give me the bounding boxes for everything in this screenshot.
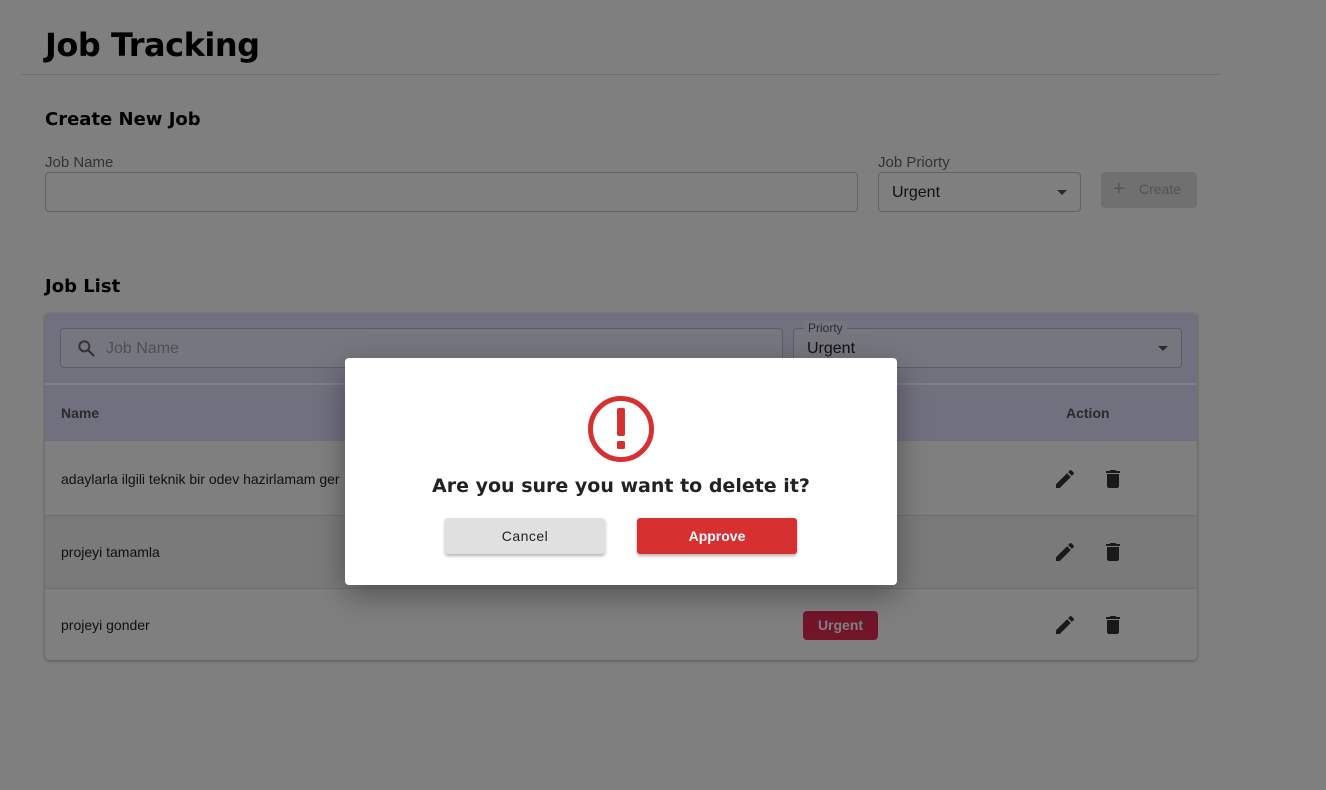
- alert-circle-icon: [588, 396, 654, 462]
- dialog-message: Are you sure you want to delete it?: [432, 475, 810, 497]
- confirm-delete-dialog: Are you sure you want to delete it? Canc…: [345, 358, 897, 585]
- cancel-button[interactable]: Cancel: [445, 518, 605, 554]
- approve-button[interactable]: Approve: [637, 518, 797, 554]
